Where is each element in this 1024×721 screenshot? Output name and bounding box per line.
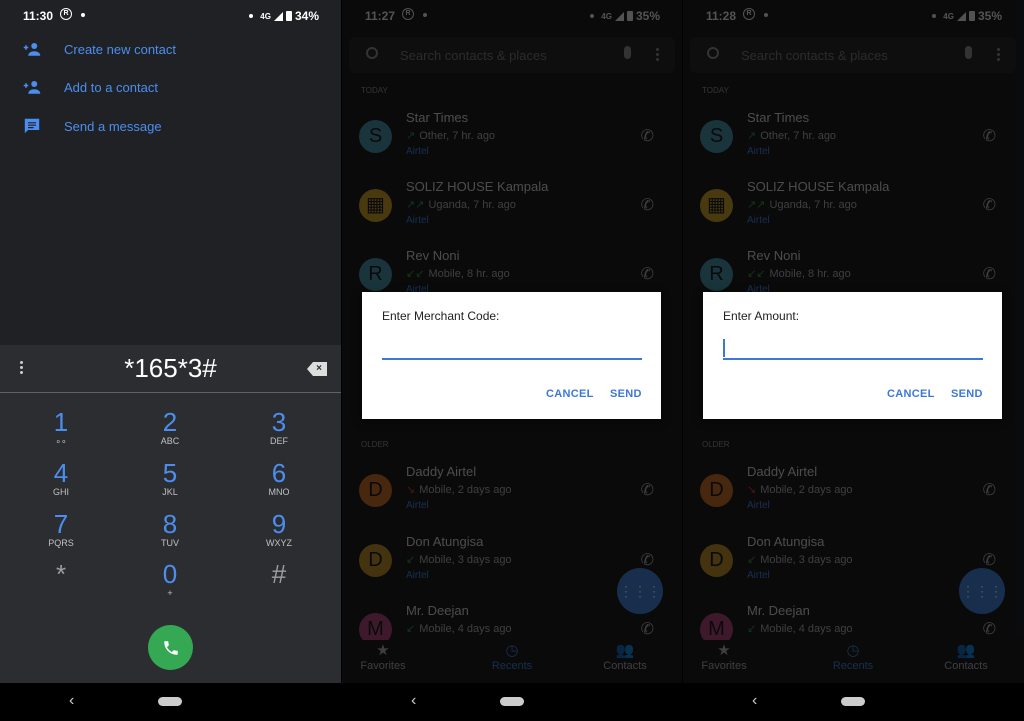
send-button[interactable]: SEND [951,388,983,400]
cancel-button[interactable]: CANCEL [887,388,935,400]
status-bar: 11:30 R 4G 34% [0,0,341,30]
recents-merchant-code-panel: 11:27 R 4G35% Search contacts & places T… [342,0,682,721]
network-type: 4G [260,11,271,21]
status-time: 11:30 [23,9,54,23]
key-7[interactable]: 7 PQRS [16,510,106,558]
key-digit: * [55,559,67,589]
key-letters: GHI [52,487,69,497]
key-digit: 1 [53,407,69,437]
back-icon[interactable]: ‹ [69,692,74,710]
key-5[interactable]: 5 JKL [125,459,215,507]
message-icon [24,118,40,134]
key-digit: 0 [162,559,178,589]
key-2[interactable]: 2 ABC [125,408,215,456]
navigation-bar: ‹ [342,683,682,721]
dialog-input[interactable] [382,336,642,360]
battery-percent: 34% [294,9,319,23]
key-letters: JKL [162,487,178,497]
dot-icon [249,14,254,18]
key-digit: 4 [53,458,69,488]
key-6[interactable]: 6 MNO [234,459,324,507]
home-pill[interactable] [158,697,182,706]
key-4[interactable]: 4 GHI [16,459,106,507]
dialog-title: Enter Amount: [723,309,800,323]
key-letters: TUV [161,538,179,548]
person-add-icon [23,81,41,94]
person-add-icon [23,43,41,56]
dialog-input[interactable] [723,336,983,360]
key-letters: WXYZ [266,538,292,548]
key-1[interactable]: 1 ∘∘ [16,408,106,456]
key-digit: 3 [271,407,287,437]
menu-label: Send a message [64,118,162,134]
menu-label: Create new contact [64,41,177,57]
dialed-number: *165*3# [124,353,217,383]
key-digit: 5 [162,458,178,488]
key-digit: 2 [162,407,178,437]
battery-icon [285,11,292,21]
text-cursor [723,339,725,357]
add-to-contact-item[interactable]: Add to a contact [0,68,341,106]
home-pill[interactable] [500,697,524,706]
navigation-bar: ‹ [683,683,1024,721]
key-letters: + [167,588,173,598]
digits-field[interactable]: *165*3# × [0,345,341,393]
dialer-panel: 11:30 R 4G 34% Create new contact Add to … [0,0,341,721]
back-icon[interactable]: ‹ [752,692,757,710]
key-star[interactable]: * [16,560,106,608]
phone-icon [163,640,178,655]
key-letters: ABC [160,436,180,446]
key-3[interactable]: 3 DEF [234,408,324,456]
cancel-button[interactable]: CANCEL [546,388,594,400]
key-9[interactable]: 9 WXYZ [234,510,324,558]
notification-dot-icon [81,13,85,17]
key-pound[interactable]: # [234,560,324,608]
key-digit: 9 [271,509,287,539]
send-message-item[interactable]: Send a message [0,107,341,145]
key-8[interactable]: 8 TUV [125,510,215,558]
ussd-input-dialog: Enter Merchant Code: CANCEL SEND [362,292,661,419]
recents-amount-panel: 11:28 R 4G35% Search contacts & places T… [683,0,1024,721]
home-pill[interactable] [841,697,865,706]
dialog-title: Enter Merchant Code: [382,309,500,323]
key-digit: 6 [271,458,287,488]
signal-icon [273,11,283,21]
ussd-input-dialog: Enter Amount: CANCEL SEND [703,292,1002,419]
key-0[interactable]: 0 + [125,560,215,608]
key-digit: # [271,559,287,589]
notification-icon: R [60,8,72,20]
send-button[interactable]: SEND [610,388,642,400]
voicemail-icon: ∘∘ [55,436,67,446]
back-icon[interactable]: ‹ [411,692,416,710]
key-letters: DEF [270,436,288,446]
navigation-bar: ‹ [0,683,341,721]
call-button[interactable] [148,625,193,670]
key-letters: PQRS [48,538,74,548]
create-new-contact-item[interactable]: Create new contact [0,30,341,68]
key-digit: 7 [53,509,69,539]
key-digit: 8 [162,509,178,539]
menu-label: Add to a contact [64,79,158,95]
key-letters: MNO [268,487,290,497]
